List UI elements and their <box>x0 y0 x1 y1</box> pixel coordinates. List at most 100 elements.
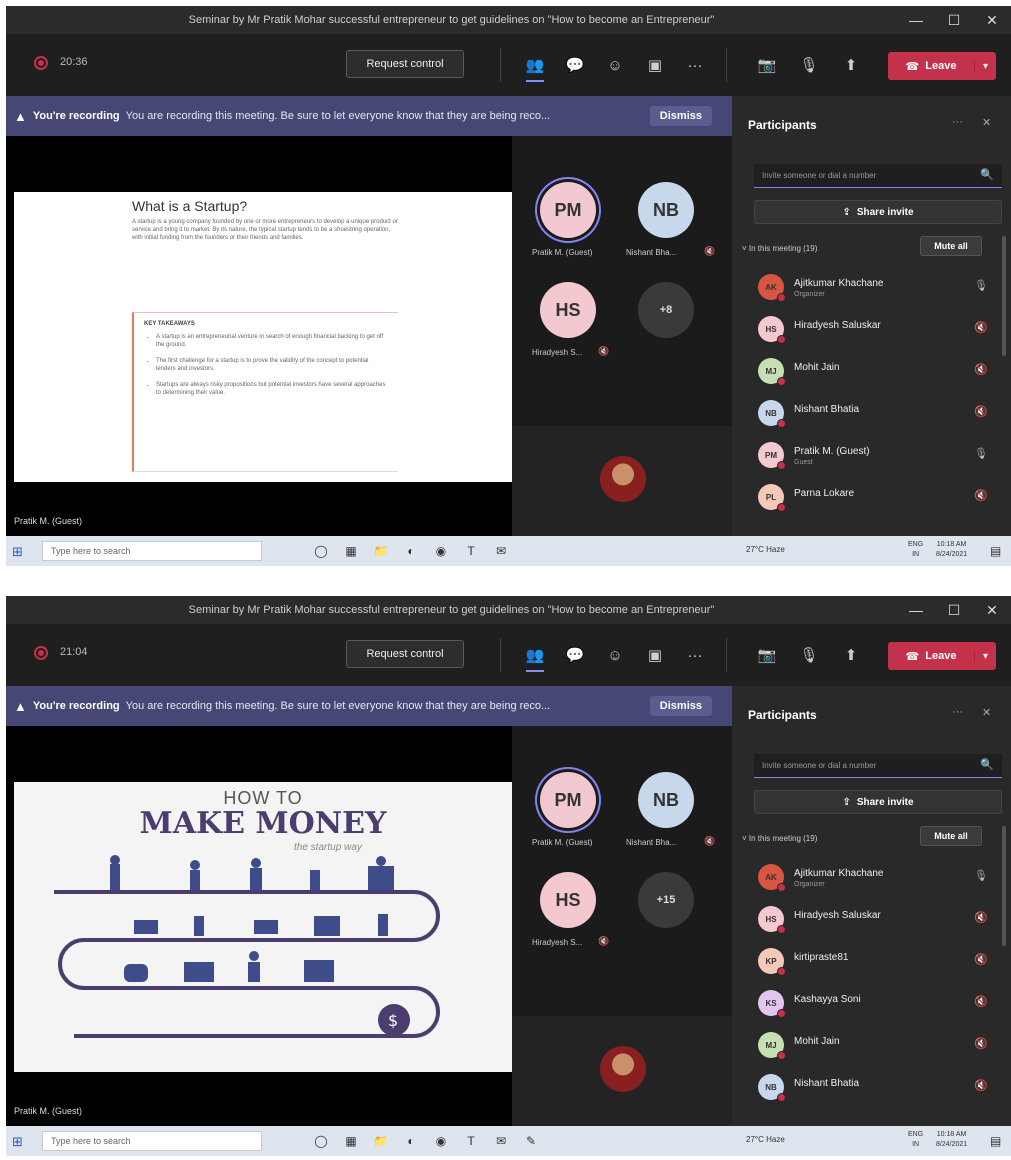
leave-button[interactable]: ☎ Leave ▾ <box>888 642 996 670</box>
participant-row[interactable]: KP kirtipraste81 🔇 <box>732 940 1011 982</box>
in-meeting-header[interactable]: ˅ In this meeting (19) <box>742 834 817 843</box>
participant-row[interactable]: MJ Mohit Jain 🔇 <box>732 1024 1011 1066</box>
request-control-button[interactable]: Request control <box>346 640 464 668</box>
share-invite-button[interactable]: ⇪ Share invite <box>754 200 1002 224</box>
avatar-nb[interactable]: NB <box>638 182 694 238</box>
more-actions-button[interactable]: ··· <box>682 644 708 666</box>
language-indicator[interactable]: ENG IN <box>908 1130 923 1150</box>
close-window-button[interactable]: ✕ <box>973 596 1011 624</box>
participant-mic-icon[interactable]: 🔇 <box>974 1079 988 1092</box>
reactions-icon[interactable]: ☺ <box>602 644 628 666</box>
participant-row[interactable]: MJ Mohit Jain 🔇 <box>732 350 1011 392</box>
edge-icon[interactable]: ◐ <box>402 542 420 560</box>
participant-row[interactable]: AK Ajitkumar Khachane Organizer 🎙 <box>732 856 1011 898</box>
participant-row[interactable]: HS Hiradyesh Saluskar 🔇 <box>732 898 1011 940</box>
participant-mic-icon[interactable]: 🔇 <box>974 1037 988 1050</box>
invite-input[interactable]: Invite someone or dial a number <box>754 754 1002 778</box>
close-window-button[interactable]: ✕ <box>973 6 1011 34</box>
panel-more-button[interactable]: ··· <box>952 116 963 128</box>
participant-mic-icon[interactable]: 🔇 <box>974 953 988 966</box>
participant-row[interactable]: PM Pratik M. (Guest) Guest 🎙 <box>732 434 1011 476</box>
edge-icon[interactable]: ◐ <box>402 1132 420 1150</box>
avatar-nb[interactable]: NB <box>638 772 694 828</box>
maximize-button[interactable]: ☐ <box>935 596 973 624</box>
dismiss-button[interactable]: Dismiss <box>649 696 712 716</box>
notification-icon[interactable]: ▤ <box>990 544 1001 558</box>
minimize-button[interactable]: — <box>897 596 935 624</box>
task-view-icon[interactable]: ◯ <box>312 542 330 560</box>
maximize-button[interactable]: ☐ <box>935 6 973 34</box>
file-explorer-icon[interactable]: 📁 <box>372 1132 390 1150</box>
widgets-icon[interactable]: ▦ <box>342 1132 360 1150</box>
more-actions-button[interactable]: ··· <box>682 54 708 76</box>
reactions-icon[interactable]: ☺ <box>602 54 628 76</box>
minimize-button[interactable]: — <box>897 6 935 34</box>
avatar-hs[interactable]: HS <box>540 282 596 338</box>
taskbar-clock[interactable]: 10:18 AM 8/24/2021 <box>936 1130 967 1150</box>
taskbar-search-input[interactable]: Type here to search <box>42 541 262 561</box>
chevron-down-icon[interactable]: ▾ <box>974 60 996 72</box>
teams-icon[interactable]: T <box>462 542 480 560</box>
participant-mic-icon[interactable]: 🔇 <box>974 911 988 924</box>
panel-more-button[interactable]: ··· <box>952 706 963 718</box>
leave-button[interactable]: ☎ Leave ▾ <box>888 52 996 80</box>
task-view-icon[interactable]: ◯ <box>312 1132 330 1150</box>
people-icon[interactable]: 👥 <box>522 644 548 672</box>
more-participants-button[interactable]: +15 <box>638 872 694 928</box>
file-explorer-icon[interactable]: 📁 <box>372 542 390 560</box>
avatar-pm[interactable]: PM <box>540 772 596 828</box>
widgets-icon[interactable]: ▦ <box>342 542 360 560</box>
weather-tray[interactable]: 27°C Haze <box>746 545 785 554</box>
panel-close-button[interactable]: ✕ <box>982 706 991 719</box>
avatar-hs[interactable]: HS <box>540 872 596 928</box>
participant-row[interactable]: KS Kashayya Soni 🔇 <box>732 982 1011 1024</box>
chat-icon[interactable]: 💬 <box>562 644 588 666</box>
share-screen-icon[interactable]: ⬆ <box>838 644 864 666</box>
notification-icon[interactable]: ▤ <box>990 1134 1001 1148</box>
participant-row[interactable]: PL Parna Lokare 🔇 <box>732 476 1011 518</box>
share-invite-button[interactable]: ⇪ Share invite <box>754 790 1002 814</box>
windows-start-icon[interactable]: ⊞ <box>12 1134 23 1150</box>
teams-icon[interactable]: T <box>462 1132 480 1150</box>
dismiss-button[interactable]: Dismiss <box>649 106 712 126</box>
outlook-icon[interactable]: ✉ <box>492 542 510 560</box>
share-screen-icon[interactable]: ⬆ <box>838 54 864 76</box>
participant-mic-icon[interactable]: 🔇 <box>974 995 988 1008</box>
chevron-down-icon[interactable]: ▾ <box>974 650 996 662</box>
mic-icon[interactable]: 🎙 <box>796 54 822 76</box>
chrome-icon[interactable]: ◉ <box>432 1132 450 1150</box>
participant-mic-icon[interactable]: 🔇 <box>974 363 988 376</box>
participant-mic-icon[interactable]: 🔇 <box>974 405 988 418</box>
more-participants-button[interactable]: +8 <box>638 282 694 338</box>
participant-row[interactable]: AK Ajitkumar Khachane Organizer 🎙 <box>732 266 1011 308</box>
participant-mic-icon[interactable]: 🔇 <box>974 321 988 334</box>
participant-row[interactable]: HS Hiradyesh Saluskar 🔇 <box>732 308 1011 350</box>
rooms-icon[interactable]: ▣ <box>642 644 668 666</box>
participant-mic-icon[interactable]: 🎙 <box>974 869 988 882</box>
camera-icon[interactable]: 📷 <box>754 54 780 76</box>
participant-row[interactable]: NB Nishant Bhatia 🔇 <box>732 1066 1011 1108</box>
in-meeting-header[interactable]: ˅ In this meeting (19) <box>742 244 817 253</box>
mute-all-button[interactable]: Mute all <box>920 236 982 256</box>
taskbar-clock[interactable]: 10:18 AM 8/24/2021 <box>936 540 967 560</box>
participant-mic-icon[interactable]: 🎙 <box>974 447 988 460</box>
rooms-icon[interactable]: ▣ <box>642 54 668 76</box>
notes-icon[interactable]: ✎ <box>522 1132 540 1150</box>
language-indicator[interactable]: ENG IN <box>908 540 923 560</box>
chrome-icon[interactable]: ◉ <box>432 542 450 560</box>
request-control-button[interactable]: Request control <box>346 50 464 78</box>
mute-all-button[interactable]: Mute all <box>920 826 982 846</box>
taskbar-search-input[interactable]: Type here to search <box>42 1131 262 1151</box>
participant-mic-icon[interactable]: 🎙 <box>974 279 988 292</box>
chat-icon[interactable]: 💬 <box>562 54 588 76</box>
camera-icon[interactable]: 📷 <box>754 644 780 666</box>
participant-row[interactable]: NB Nishant Bhatia 🔇 <box>732 392 1011 434</box>
participant-mic-icon[interactable]: 🔇 <box>974 489 988 502</box>
windows-start-icon[interactable]: ⊞ <box>12 544 23 560</box>
mic-icon[interactable]: 🎙 <box>796 644 822 666</box>
weather-tray[interactable]: 27°C Haze <box>746 1135 785 1144</box>
invite-input[interactable]: Invite someone or dial a number <box>754 164 1002 188</box>
people-icon[interactable]: 👥 <box>522 54 548 82</box>
panel-close-button[interactable]: ✕ <box>982 116 991 129</box>
outlook-icon[interactable]: ✉ <box>492 1132 510 1150</box>
